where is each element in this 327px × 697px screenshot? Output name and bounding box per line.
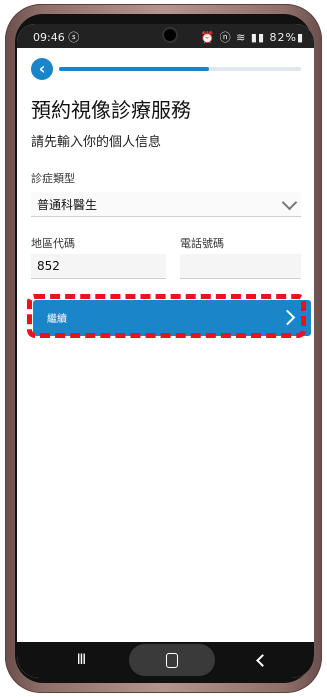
back-arrow-icon[interactable]: ‹ (31, 58, 53, 80)
highlight-box (27, 294, 306, 338)
back-icon (255, 653, 269, 667)
back-button[interactable] (247, 642, 277, 678)
progress-header: ‹ (31, 58, 301, 80)
page-title: 預約視像診療服務 (31, 98, 191, 122)
phone-input[interactable] (180, 254, 301, 279)
progress-track (59, 67, 301, 71)
chevron-down-icon (281, 194, 298, 211)
status-icons: ⏰ ⓝ ≋ ▮▮ 82%▮ (200, 31, 304, 44)
consult-type-select[interactable]: 普通科醫生 (31, 192, 301, 217)
area-code-value: 852 (37, 259, 60, 273)
status-time: 09:46 ⓢ (33, 31, 80, 44)
recents-icon[interactable]: Ⅲ (67, 642, 97, 678)
consult-type-label: 診症類型 (31, 172, 75, 185)
page-subtitle: 請先輸入你的個人信息 (31, 135, 162, 150)
home-button[interactable] (129, 642, 215, 678)
progress-fill (59, 67, 210, 71)
consult-type-value: 普通科醫生 (37, 198, 98, 212)
area-code-input[interactable]: 852 (31, 254, 166, 279)
screen: 09:46 ⓢ ⏰ ⓝ ≋ ▮▮ 82%▮ ‹ 預約視像診療服務 請先輸入你的個… (17, 24, 314, 678)
phone-label: 電話號碼 (180, 237, 224, 250)
area-code-label: 地區代碼 (31, 237, 75, 250)
system-nav-bar: Ⅲ (17, 642, 314, 678)
home-icon (166, 652, 178, 668)
status-bar: 09:46 ⓢ ⏰ ⓝ ≋ ▮▮ 82%▮ (17, 24, 314, 48)
front-camera (164, 29, 176, 41)
